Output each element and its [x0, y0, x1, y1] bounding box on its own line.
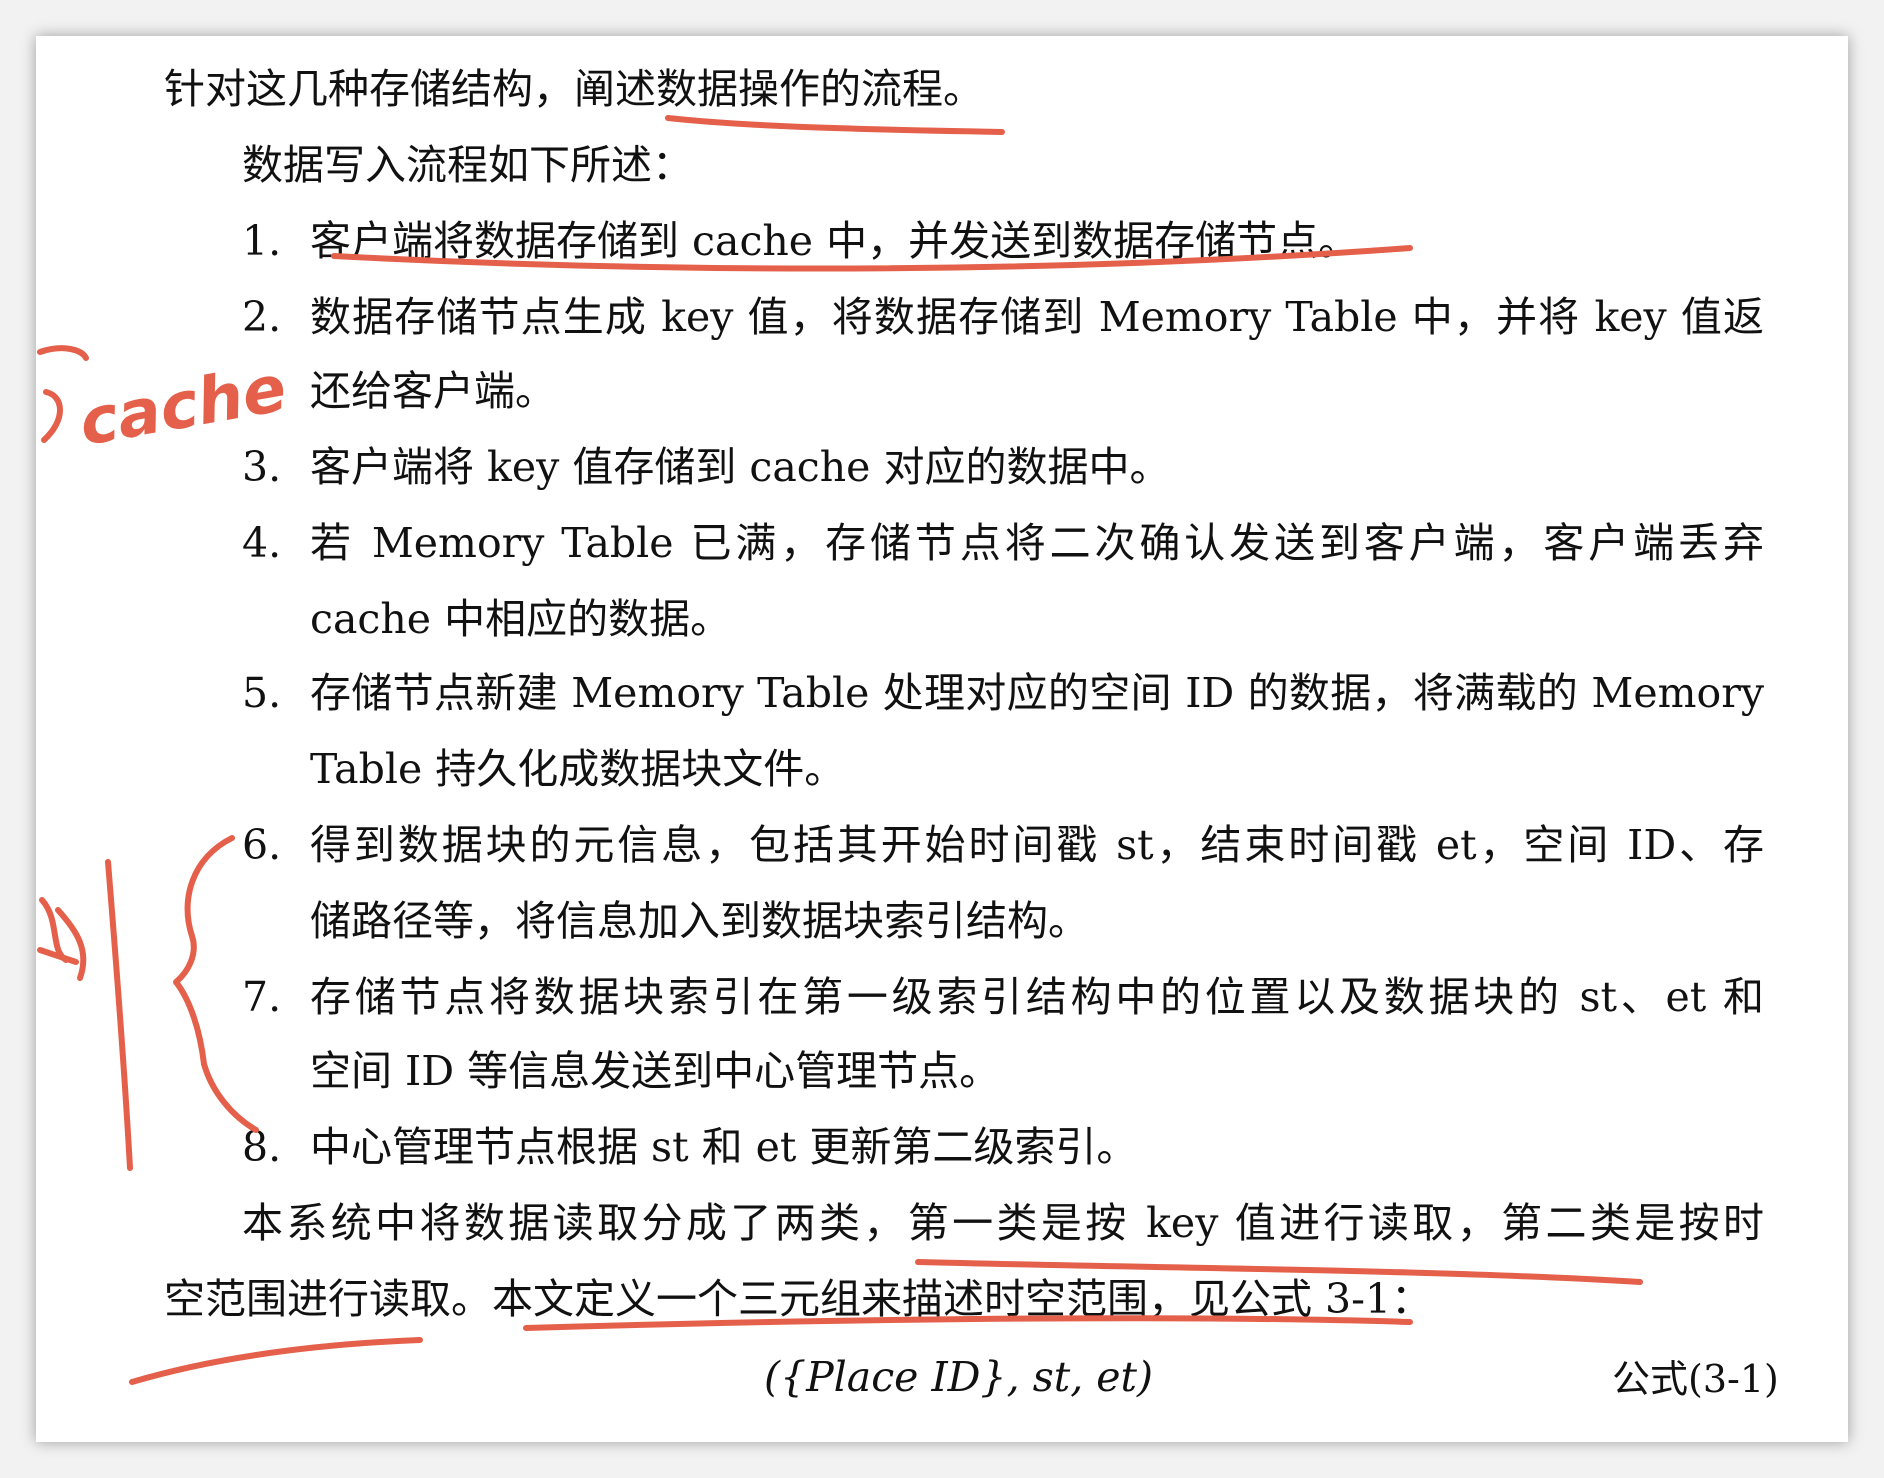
intro-line: 针对这几种存储结构，阐述数据操作的流程。 [164, 65, 984, 113]
step-7-line-2: 空间 ID 等信息发送到中心管理节点。 [310, 1047, 1001, 1095]
step-7-number: 7. [242, 973, 282, 1021]
step-3-number: 3. [242, 443, 282, 491]
step-3-line-1: 客户端将 key 值存储到 cache 对应的数据中。 [310, 443, 1171, 491]
step-5-number: 5. [242, 669, 282, 717]
step-5-line-1: 存储节点新建 Memory Table 处理对应的空间 ID 的数据，将满载的 … [310, 669, 1764, 717]
step-4-line-1: 若 Memory Table 已满，存储节点将二次确认发送到客户端，客户端丢弃 [310, 519, 1764, 567]
step-5-line-2: Table 持久化成数据块文件。 [310, 745, 846, 793]
write-heading: 数据写入流程如下所述： [242, 141, 693, 189]
formula-label: 公式(3-1) [1612, 1357, 1779, 1401]
read-paragraph-line-1: 本系统中将数据读取分成了两类，第一类是按 key 值进行读取，第二类是按时 [242, 1199, 1764, 1247]
step-6-number: 6. [242, 821, 282, 869]
step-2-number: 2. [242, 293, 282, 341]
step-6-line-2: 储路径等，将信息加入到数据块索引结构。 [310, 897, 1089, 945]
step-6-line-1: 得到数据块的元信息，包括其开始时间戳 st，结束时间戳 et，空间 ID、存 [310, 821, 1764, 869]
step-4-number: 4. [242, 519, 282, 567]
read-paragraph-line-2: 空范围进行读取。本文定义一个三元组来描述时空范围，见公式 3-1： [164, 1275, 1433, 1323]
step-4-line-2: cache 中相应的数据。 [310, 595, 732, 643]
step-7-line-1: 存储节点将数据块索引在第一级索引结构中的位置以及数据块的 st、et 和 [310, 973, 1764, 1021]
step-2-line-2: 还给客户端。 [310, 367, 556, 415]
step-8-number: 8. [242, 1123, 282, 1171]
step-2-line-1: 数据存储节点生成 key 值，将数据存储到 Memory Table 中，并将 … [310, 293, 1764, 341]
step-1-number: 1. [242, 217, 282, 265]
formula-expression: ({Place ID}, st, et) [764, 1353, 1154, 1401]
step-1-line-1: 客户端将数据存储到 cache 中，并发送到数据存储节点。 [310, 217, 1360, 265]
step-8-line-1: 中心管理节点根据 st 和 et 更新第二级索引。 [310, 1123, 1138, 1171]
